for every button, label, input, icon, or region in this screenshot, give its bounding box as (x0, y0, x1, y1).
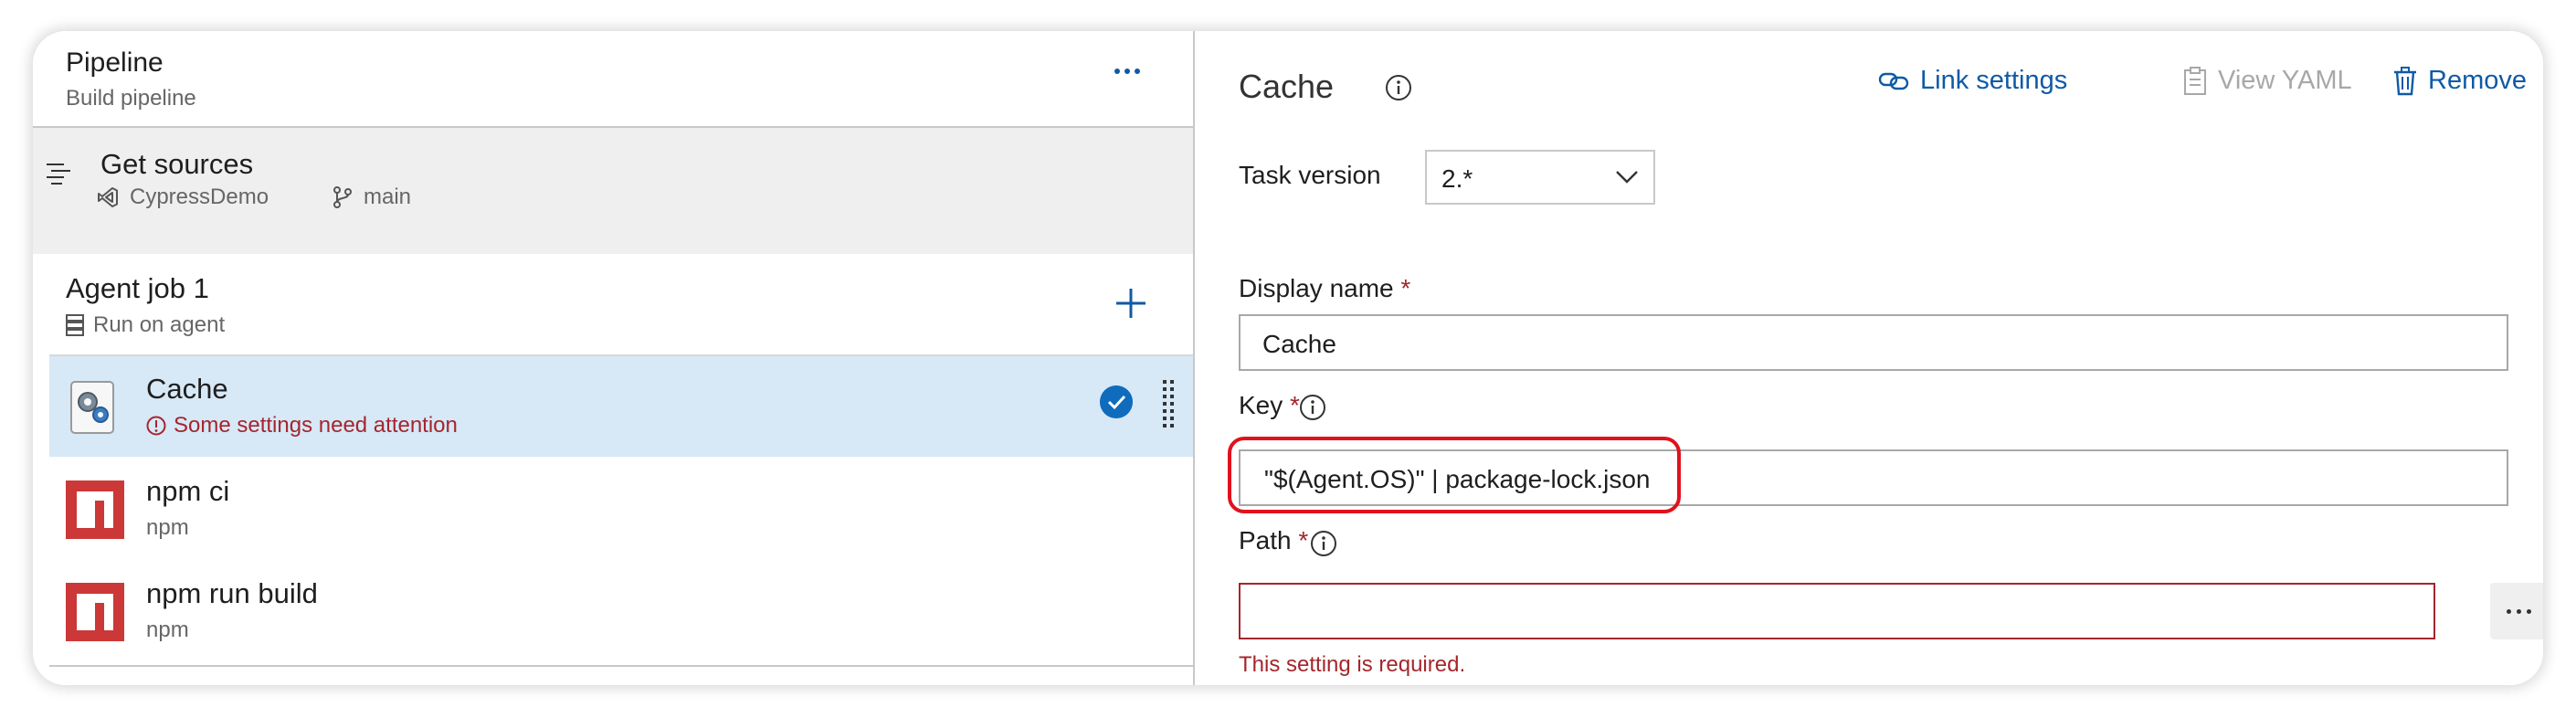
required-marker: * (1298, 526, 1309, 554)
branch-icon (333, 186, 352, 208)
agent-job-subtitle: Run on agent (66, 312, 225, 338)
display-name-label-text: Display name (1239, 274, 1394, 302)
chevron-down-icon (1616, 171, 1638, 184)
branch-name: main (364, 185, 412, 209)
info-icon[interactable] (1310, 530, 1337, 557)
check-icon (1100, 385, 1133, 418)
agent-job-row[interactable]: Agent job 1 Run on agent (49, 254, 1193, 356)
get-sources-title: Get sources (100, 148, 254, 180)
task-title: npm ci (146, 475, 230, 507)
more-actions-button[interactable] (1109, 60, 1145, 82)
get-sources-row[interactable]: Get sources CypressDemo main (33, 128, 1193, 254)
repository: CypressDemo (97, 185, 269, 210)
path-field[interactable] (1239, 583, 2435, 639)
display-name-field[interactable]: Cache (1239, 314, 2508, 371)
npm-icon (66, 480, 124, 539)
trash-icon (2394, 66, 2416, 95)
display-name-value: Cache (1262, 330, 1336, 358)
task-settings-panel: Cache Link settings View YAML Remove Tas… (1195, 31, 2543, 685)
info-icon[interactable] (1299, 394, 1326, 421)
task-warning: Some settings need attention (146, 413, 458, 438)
view-yaml-label: View YAML (2218, 66, 2352, 95)
task-version-label: Task version (1239, 161, 1381, 189)
key-label-text: Key (1239, 391, 1283, 419)
view-yaml-button[interactable]: View YAML (2183, 66, 2352, 96)
pipeline-header: Pipeline Build pipeline (33, 31, 1193, 128)
drag-handle-icon[interactable] (1162, 378, 1175, 433)
server-icon (66, 314, 84, 336)
clipboard-icon (2184, 66, 2206, 95)
remove-button[interactable]: Remove (2393, 66, 2527, 96)
warning-icon (146, 416, 166, 436)
remove-label: Remove (2428, 66, 2527, 95)
task-list-icon (47, 164, 70, 185)
more-icon (1114, 69, 1120, 74)
branch: main (333, 185, 411, 210)
info-icon[interactable] (1385, 74, 1412, 101)
ellipsis-icon (2506, 608, 2511, 614)
pipeline-subtitle: Build pipeline (66, 86, 196, 111)
agent-job-title: Agent job 1 (66, 272, 209, 304)
path-label: Path * (1239, 526, 1308, 555)
path-label-text: Path (1239, 526, 1292, 554)
repo-name: CypressDemo (130, 185, 269, 209)
browse-path-button[interactable] (2490, 583, 2543, 639)
link-settings-label: Link settings (1920, 66, 2068, 95)
link-icon (1878, 72, 1909, 90)
task-title: npm run build (146, 577, 318, 609)
add-task-button[interactable] (1113, 285, 1149, 322)
add-icon (1116, 289, 1145, 318)
task-npm-ci[interactable]: npm ci npm (49, 459, 1193, 559)
task-subtitle: npm (146, 618, 189, 642)
task-version-select[interactable]: 2.* (1425, 150, 1655, 205)
app-window: Pipeline Build pipeline Get sources Cypr… (33, 31, 2543, 685)
required-marker: * (1400, 274, 1411, 302)
display-name-label: Display name * (1239, 274, 1410, 303)
task-subtitle: npm (146, 515, 189, 540)
key-field-highlight (1228, 437, 1681, 513)
task-title: Cache (146, 373, 228, 405)
agent-job-subtitle-text: Run on agent (93, 312, 226, 337)
divider (49, 665, 1193, 667)
pipeline-tasks-panel: Pipeline Build pipeline Get sources Cypr… (33, 31, 1195, 685)
repo-icon (98, 187, 118, 207)
gear-icon (70, 381, 114, 434)
npm-icon (66, 583, 124, 641)
panel-title: Cache (1239, 68, 1335, 105)
task-version-value: 2.* (1441, 164, 1473, 193)
path-error-message: This setting is required. (1239, 652, 1466, 677)
task-warning-text: Some settings need attention (174, 413, 458, 438)
pipeline-title: Pipeline (66, 48, 164, 78)
task-cache[interactable]: Cache Some settings need attention (49, 356, 1193, 457)
link-settings-button[interactable]: Link settings (1878, 66, 2067, 96)
key-label: Key * (1239, 391, 1300, 420)
task-npm-run-build[interactable]: npm run build npm (49, 561, 1193, 661)
